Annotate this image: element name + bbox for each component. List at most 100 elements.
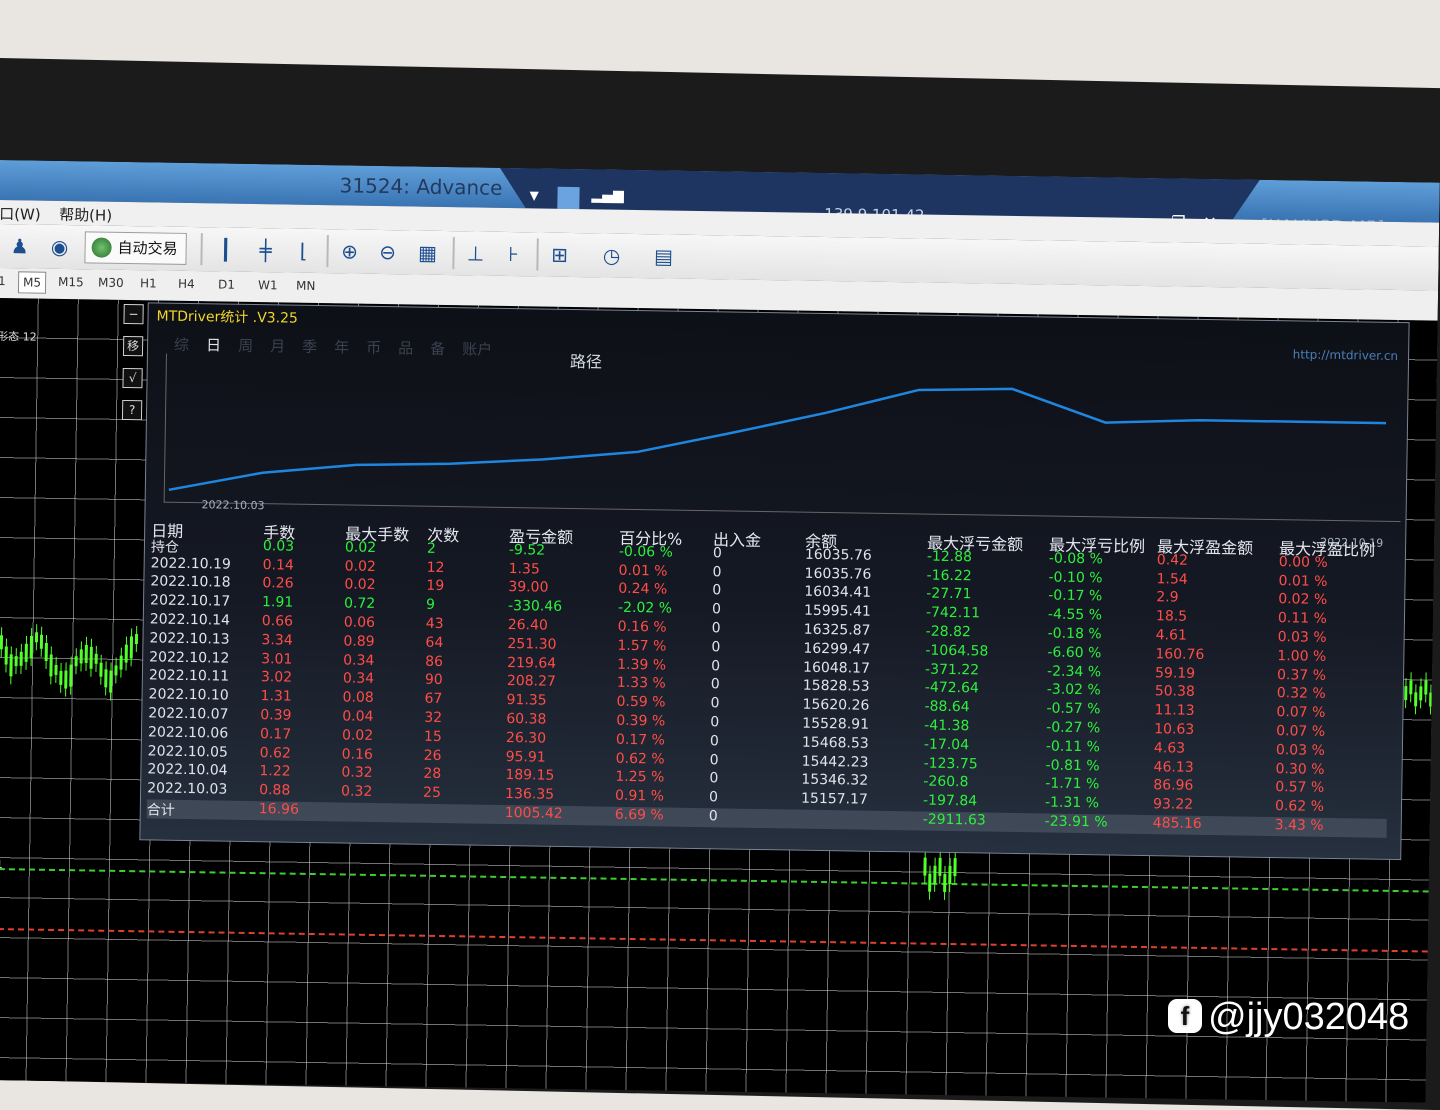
bar-chart-icon[interactable]: ┃ — [210, 235, 240, 263]
table-cell: -17.04 — [924, 736, 969, 753]
table-cell: -0.18 % — [1048, 626, 1102, 643]
candle-body — [1409, 680, 1412, 694]
table-cell: 189.15 — [505, 767, 554, 784]
tf-m30[interactable]: M30 — [98, 276, 124, 290]
auto-trade-button[interactable]: 自动交易 — [84, 231, 187, 265]
check-button[interactable]: √ — [122, 368, 142, 388]
templates-icon[interactable]: ▤ — [648, 242, 678, 270]
line-chart-icon[interactable]: ⌊ — [288, 237, 318, 265]
table-cell: 39.00 — [508, 579, 548, 596]
dropdown-arrow-icon[interactable]: ▼ — [529, 188, 538, 202]
table-cell: 0.34 — [343, 671, 374, 687]
table-cell: 0.66 — [262, 613, 293, 629]
candle-body — [928, 874, 931, 892]
tf-m1[interactable]: 1 — [0, 274, 6, 288]
panel-link[interactable]: http://mtdriver.cn — [1293, 347, 1399, 363]
auto-scroll-icon[interactable]: ⊥ — [460, 239, 490, 267]
table-cell: 91.35 — [506, 692, 546, 709]
panel-tab[interactable]: 日 — [206, 336, 221, 354]
candle-body — [35, 632, 38, 642]
tf-h1[interactable]: H1 — [140, 276, 157, 290]
table-cell: -0.08 % — [1049, 550, 1103, 567]
collapse-button[interactable]: − — [123, 304, 143, 324]
panel-tab[interactable]: 综 — [174, 336, 189, 354]
table-cell: 2022.10.07 — [148, 705, 228, 722]
table-cell: 合计 — [147, 799, 175, 819]
price-chart[interactable]: 形态 12 01 02 − 移 √ ? MTDriver统计 .V3.25 ht… — [0, 298, 1438, 1103]
move-button[interactable]: 移 — [123, 336, 143, 356]
tf-h4[interactable]: H4 — [178, 277, 195, 291]
chart-window-icon[interactable] — [557, 187, 579, 209]
menu-item-window[interactable]: 口(W) — [0, 203, 41, 225]
table-cell: 10.63 — [1154, 721, 1194, 738]
table-cell: 19 — [426, 578, 444, 594]
candle-body — [104, 669, 107, 687]
candlestick-icon[interactable]: ╪ — [250, 236, 280, 264]
candle-body — [85, 645, 88, 663]
panel-tab[interactable]: 备 — [430, 340, 445, 358]
table-cell: -123.75 — [924, 755, 978, 772]
zoom-in-icon[interactable]: ⊕ — [334, 237, 364, 265]
panel-tab[interactable]: 品 — [398, 339, 413, 357]
candle-body — [933, 866, 936, 884]
panel-side-buttons: − 移 √ ? — [122, 304, 148, 432]
panel-tab[interactable]: 季 — [302, 338, 317, 356]
panel-tab[interactable]: 年 — [334, 338, 349, 356]
table-cell: 1.25 % — [615, 769, 664, 786]
chart-shift-icon[interactable]: ⊦ — [498, 240, 528, 268]
table-cell: 86.96 — [1153, 778, 1193, 795]
candle-body — [953, 858, 956, 876]
account-icon[interactable]: ♟ — [4, 232, 34, 260]
panel-tab[interactable]: 周 — [238, 337, 253, 355]
table-cell: 16048.17 — [803, 659, 870, 676]
table-cell: 0.32 % — [1277, 685, 1326, 702]
tf-m15[interactable]: M15 — [58, 275, 84, 289]
tf-w1[interactable]: W1 — [258, 278, 278, 292]
periods-clock-icon[interactable]: ◷ — [596, 241, 626, 269]
table-cell: 0 — [709, 771, 718, 787]
table-cell: 0.16 — [342, 746, 373, 762]
table-cell: -27.71 — [926, 586, 971, 603]
table-cell: 15995.41 — [804, 603, 871, 620]
table-cell: 0.24 % — [618, 581, 667, 598]
table-cell: 251.30 — [507, 636, 556, 653]
toolbar-separator — [200, 233, 203, 265]
indicators-icon[interactable]: ⊞ — [544, 241, 574, 269]
table-cell: 2022.10.12 — [149, 649, 229, 666]
panel-tab[interactable]: 月 — [270, 337, 285, 355]
help-button[interactable]: ? — [122, 400, 142, 420]
toolbar-separator — [326, 235, 329, 267]
candle-body — [30, 636, 33, 658]
table-cell: 0.04 — [342, 708, 373, 724]
table-cell: -0.10 % — [1048, 569, 1102, 586]
signal-icon[interactable]: ◉ — [44, 233, 74, 261]
watermark-handle: @jjy032048 — [1208, 996, 1409, 1038]
table-cell: 4.63 — [1154, 740, 1185, 756]
candle-body — [1419, 686, 1422, 700]
table-cell: 0 — [710, 733, 719, 749]
table-cell: 0.57 % — [1275, 779, 1324, 796]
table-cell: 0 — [712, 601, 721, 617]
auto-trade-label: 自动交易 — [117, 239, 177, 258]
candle-body — [948, 866, 951, 884]
table-cell: -330.46 — [508, 598, 562, 615]
tile-windows-icon[interactable]: ▦ — [412, 238, 442, 266]
table-cell: 2022.10.10 — [148, 687, 228, 704]
menu-item-help[interactable]: 帮助(H) — [59, 204, 112, 226]
tf-mn[interactable]: MN — [296, 279, 316, 293]
zoom-out-icon[interactable]: ⊖ — [372, 238, 402, 266]
table-cell: -2.34 % — [1047, 663, 1101, 680]
candle-body — [1414, 692, 1417, 706]
tf-m5[interactable]: M5 — [18, 271, 46, 293]
table-cell: 0 — [710, 714, 719, 730]
table-cell: 3.34 — [261, 632, 292, 648]
table-cell: 18.5 — [1156, 608, 1187, 624]
panel-tab[interactable]: 账户 — [462, 340, 492, 358]
table-cell: -41.38 — [924, 718, 969, 735]
table-cell: 16299.47 — [803, 640, 870, 657]
candle-body — [938, 858, 941, 876]
panel-tab[interactable]: 币 — [366, 339, 381, 357]
tf-d1[interactable]: D1 — [218, 277, 235, 291]
table-cell: 0.17 % — [616, 732, 665, 749]
table-cell: 0 — [712, 583, 721, 599]
